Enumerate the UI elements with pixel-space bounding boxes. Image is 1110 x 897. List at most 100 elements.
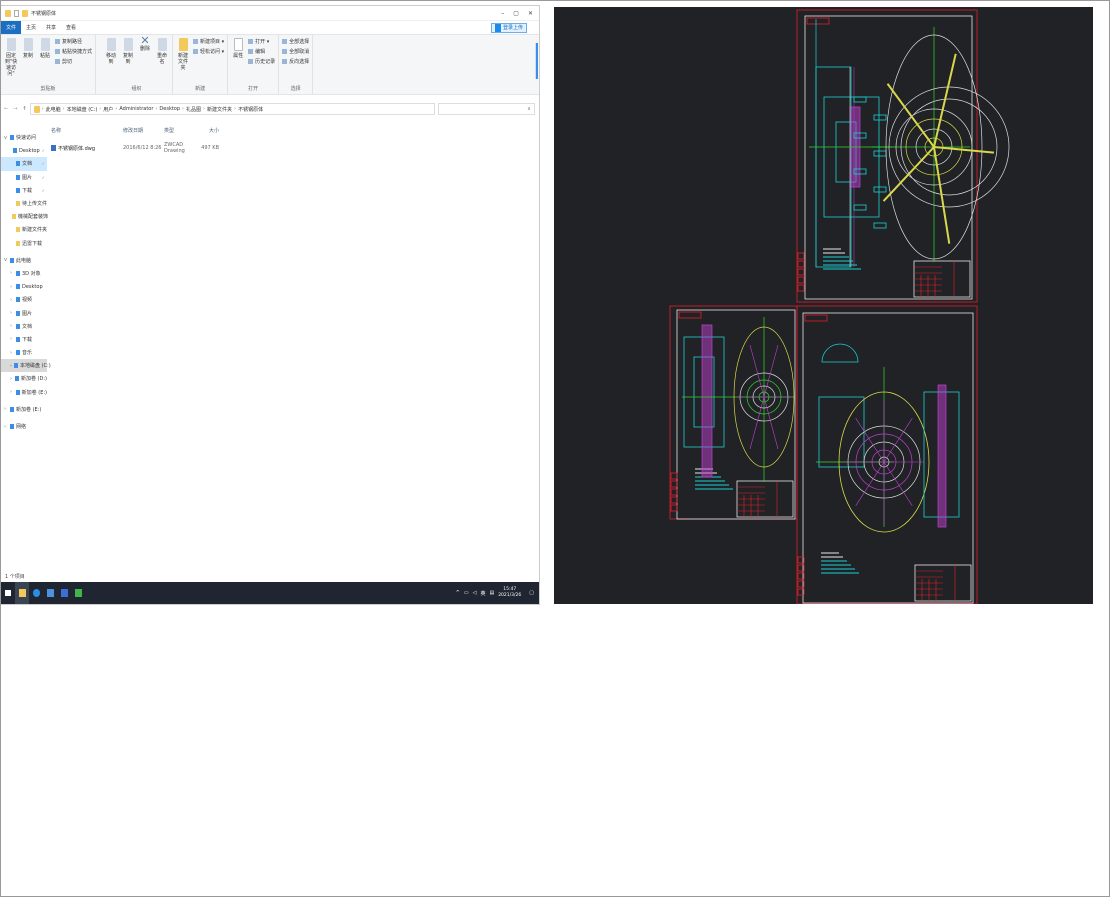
breadcrumb-separator[interactable]: › [99,106,101,112]
volume-icon[interactable]: ◁ [473,590,477,596]
nav-item[interactable]: 迅雷下载 [1,237,47,250]
rename-button[interactable]: 重命名 [155,38,169,83]
breadcrumb-separator[interactable]: › [234,106,236,112]
expand-chevron-icon[interactable]: v [4,135,8,141]
column-size[interactable]: 大小 [197,127,219,134]
invert-selection-button[interactable]: 反向选择 [282,58,309,65]
new-folder-icon[interactable] [22,9,28,17]
close-button[interactable]: ✕ [528,10,533,17]
breadcrumb-separator[interactable]: › [42,106,44,112]
ime-indicator[interactable]: 英 [480,590,485,597]
open-button[interactable]: 打开 ▾ [248,38,275,45]
new-folder-button[interactable]: 新建文件夹 [176,38,190,83]
paste-button[interactable]: 粘贴 [38,38,52,83]
tab-view[interactable]: 查看 [61,21,81,34]
nav-item[interactable]: › 视频 [1,293,47,306]
nav-item[interactable]: 待上传文件 [1,197,47,210]
nav-item[interactable]: 文档 ✓ [1,157,47,171]
nav-item[interactable]: Desktop ✓ [1,144,47,157]
tray-chevron-icon[interactable]: ^ [456,590,460,596]
nav-item[interactable]: › 图片 [1,306,47,319]
history-button[interactable]: 历史记录 [248,58,275,65]
copy-to-button[interactable]: 复制到 [121,38,135,83]
nav-drive[interactable]: › 新加卷 (E:) [1,403,47,416]
breadcrumb-separator[interactable]: › [203,106,205,112]
ribbon-scrollbar[interactable] [535,43,538,79]
expand-chevron-icon[interactable]: › [10,363,12,369]
minimize-button[interactable]: – [501,10,504,17]
nav-item[interactable]: 新建文件夹 [1,223,47,236]
taskbar-browser[interactable] [29,582,43,604]
breadcrumb-separator[interactable]: › [155,106,157,112]
pin-quick-access-button[interactable]: 固定到"快速访问" [4,38,18,83]
expand-chevron-icon[interactable]: › [10,310,14,316]
nav-item[interactable]: › 下载 [1,333,47,346]
expand-chevron-icon[interactable]: › [10,284,14,290]
nav-this-pc[interactable]: v 此电脑 [1,254,47,267]
taskbar-app[interactable] [71,582,85,604]
file-row[interactable]: 不锈钢原体.dwg 2016/6/12 8:26 ZWCAD Drawing 4… [49,142,539,154]
breadcrumb-item[interactable]: Desktop [159,106,180,112]
breadcrumb-item[interactable]: 新建文件夹 [207,106,232,113]
expand-chevron-icon[interactable]: v [4,257,8,263]
expand-chevron-icon[interactable]: › [4,424,8,430]
column-name[interactable]: 名称 [49,127,123,134]
clock[interactable]: 15:47 2021/3/26 [498,587,521,599]
expand-chevron-icon[interactable]: › [10,336,14,342]
up-button[interactable]: ↑ [22,106,26,112]
properties-button[interactable]: 属性 [231,38,245,83]
copy-path-button[interactable]: 复制路径 [55,38,92,45]
select-none-button[interactable]: 全部取消 [282,48,309,55]
new-item-button[interactable]: 新建项目 ▾ [193,38,224,45]
notification-icon[interactable]: ▢ [529,590,534,596]
nav-item[interactable]: › Desktop [1,280,47,293]
nav-item[interactable]: 图片 ✓ [1,171,47,184]
tab-file[interactable]: 文件 [1,21,22,34]
breadcrumb-item[interactable]: 此电脑 [46,106,61,113]
expand-chevron-icon[interactable]: › [10,350,14,356]
expand-chevron-icon[interactable]: › [10,270,14,276]
breadcrumb-item[interactable]: 礼品图 [186,106,201,113]
nav-item[interactable]: › 新加卷 (D:) [1,372,47,385]
breadcrumb-separator[interactable]: › [63,106,65,112]
edit-button[interactable]: 编辑 [248,48,275,55]
breadcrumb-item[interactable]: Administrator [119,106,153,112]
cut-button[interactable]: 剪切 [55,58,92,65]
select-all-button[interactable]: 全部选择 [282,38,309,45]
paste-shortcut-button[interactable]: 粘贴快捷方式 [55,48,92,55]
network-icon[interactable]: ▭ [464,590,469,596]
nav-item[interactable]: 機械配套装饰 [1,210,48,223]
nav-item[interactable]: › 文档 [1,320,47,333]
nav-quick-access[interactable]: v 快速访问 [1,131,47,144]
expand-chevron-icon[interactable]: › [4,406,8,412]
tab-home[interactable]: 主页 [21,21,41,34]
search-input[interactable]: ⌕ [437,103,535,115]
properties-icon[interactable] [14,9,19,17]
taskbar-explorer[interactable] [15,582,29,604]
tab-share[interactable]: 共享 [41,21,61,34]
nav-item[interactable]: › 音乐 [1,346,47,359]
login-button[interactable]: 登录上传 [490,22,527,33]
column-type[interactable]: 类型 [164,127,197,134]
expand-chevron-icon[interactable]: › [10,376,13,382]
breadcrumb-item[interactable]: 不锈钢原体 [238,106,263,113]
breadcrumb-item[interactable]: 本地磁盘 (C:) [67,106,98,113]
breadcrumb-item[interactable]: 用户 [103,106,113,113]
copy-button[interactable]: 复制 [21,38,35,83]
breadcrumb-separator[interactable]: › [182,106,184,112]
nav-item[interactable]: › 3D 对象 [1,267,47,280]
keyboard-icon[interactable]: ▤ [489,590,494,596]
expand-chevron-icon[interactable]: › [10,323,14,329]
taskbar-zwcad[interactable] [57,582,71,604]
nav-item[interactable]: › 新加卷 (E:) [1,386,47,399]
easy-access-button[interactable]: 轻松访问 ▾ [193,48,224,55]
start-button[interactable] [1,582,15,604]
nav-item[interactable]: › 本地磁盘 (C:) [1,359,51,373]
forward-button[interactable]: → [13,106,17,112]
delete-button[interactable]: ✕ 删除 [138,35,152,83]
nav-item[interactable]: 下载 ✓ [1,184,47,197]
breadcrumb[interactable]: › 此电脑 › 本地磁盘 (C:) › 用户 › Administrator › Desktop ›… [29,103,435,115]
maximize-button[interactable]: ▢ [513,10,519,17]
expand-chevron-icon[interactable]: › [10,389,14,395]
taskbar-document[interactable] [43,582,57,604]
